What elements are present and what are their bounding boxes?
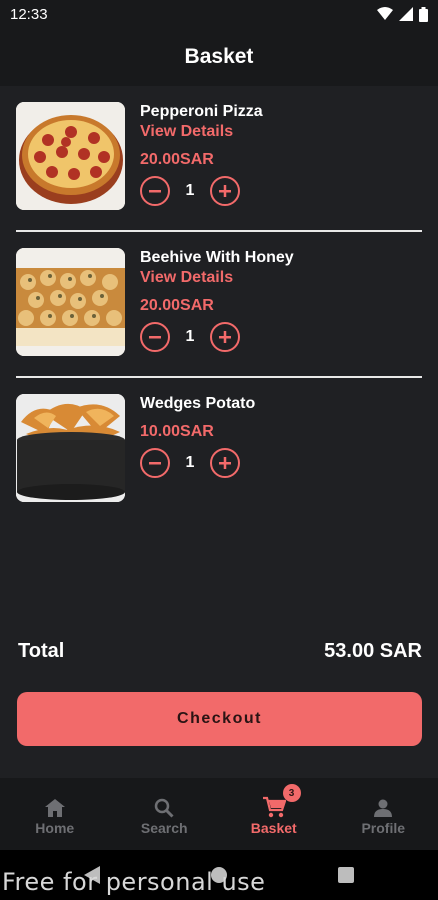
increase-button[interactable]: [210, 448, 240, 478]
recents-icon[interactable]: [338, 867, 354, 883]
signal-icon: [399, 7, 413, 21]
nav-basket[interactable]: 3 Basket: [219, 778, 329, 850]
beehive-bread-image[interactable]: [16, 248, 125, 356]
plus-icon: [219, 457, 231, 469]
item-info: Beehive With Honey View Details 20.00SAR…: [140, 248, 294, 352]
quantity-value: 1: [185, 182, 195, 199]
item-info: Pepperoni Pizza View Details 20.00SAR 1: [140, 102, 263, 206]
item-name: Wedges Potato: [140, 395, 256, 412]
view-details-link[interactable]: View Details: [140, 122, 263, 142]
item-price: 10.00SAR: [140, 423, 214, 440]
plus-icon: [219, 331, 231, 343]
nav-label: Profile: [361, 820, 406, 836]
nav-label: Basket: [250, 820, 297, 836]
quantity-stepper: 1: [140, 322, 294, 352]
minus-icon: [149, 190, 161, 193]
view-details-link[interactable]: View Details: [140, 268, 294, 288]
decrease-button[interactable]: [140, 322, 170, 352]
wifi-icon: [377, 7, 393, 20]
increase-button[interactable]: [210, 176, 240, 206]
nav-search[interactable]: Search: [110, 778, 220, 850]
nav-label: Search: [140, 820, 188, 836]
nav-label: Home: [35, 820, 75, 836]
increase-button[interactable]: [210, 322, 240, 352]
decrease-button[interactable]: [140, 176, 170, 206]
watermark-text: Free for personal use: [2, 868, 266, 896]
minus-icon: [149, 336, 161, 339]
minus-icon: [149, 462, 161, 465]
basket-item: Pepperoni Pizza View Details 20.00SAR 1: [16, 86, 422, 232]
basket-item: Beehive With Honey View Details 20.00SAR…: [16, 232, 422, 378]
search-icon: [154, 792, 174, 818]
potato-wedges-image[interactable]: [16, 394, 125, 502]
checkout-button[interactable]: Checkout: [17, 692, 422, 746]
plus-icon: [219, 185, 231, 197]
person-icon: [373, 792, 393, 818]
status-icons: [377, 6, 428, 22]
cart-icon: [262, 792, 286, 818]
basket-item: Wedges Potato 10.00SAR 1: [16, 378, 422, 524]
quantity-stepper: 1: [140, 176, 263, 206]
cart-badge: 3: [282, 784, 301, 802]
app-header: Basket: [0, 28, 438, 86]
nav-home[interactable]: Home: [0, 778, 110, 850]
total-row: Total 53.00 SAR: [18, 640, 422, 663]
home-icon: [44, 792, 66, 818]
page-title: Basket: [184, 45, 254, 68]
item-name: Beehive With Honey: [140, 249, 294, 266]
item-info: Wedges Potato 10.00SAR 1: [140, 394, 255, 478]
battery-icon: [419, 6, 428, 22]
status-time: 12:33: [10, 5, 48, 23]
pepperoni-pizza-image[interactable]: [16, 102, 125, 210]
quantity-stepper: 1: [140, 448, 255, 478]
total-value: 53.00 SAR: [324, 640, 422, 662]
nav-profile[interactable]: Profile: [329, 778, 438, 850]
quantity-value: 1: [185, 328, 195, 345]
item-price: 20.00SAR: [140, 297, 214, 314]
quantity-value: 1: [185, 454, 195, 471]
item-price: 20.00SAR: [140, 151, 214, 168]
total-label: Total: [18, 640, 65, 662]
decrease-button[interactable]: [140, 448, 170, 478]
bottom-navigation: Home Search 3 Basket Profile: [0, 778, 438, 850]
item-name: Pepperoni Pizza: [140, 103, 263, 120]
status-bar: 12:33: [0, 0, 438, 28]
basket-list: Pepperoni Pizza View Details 20.00SAR 1: [0, 86, 438, 524]
